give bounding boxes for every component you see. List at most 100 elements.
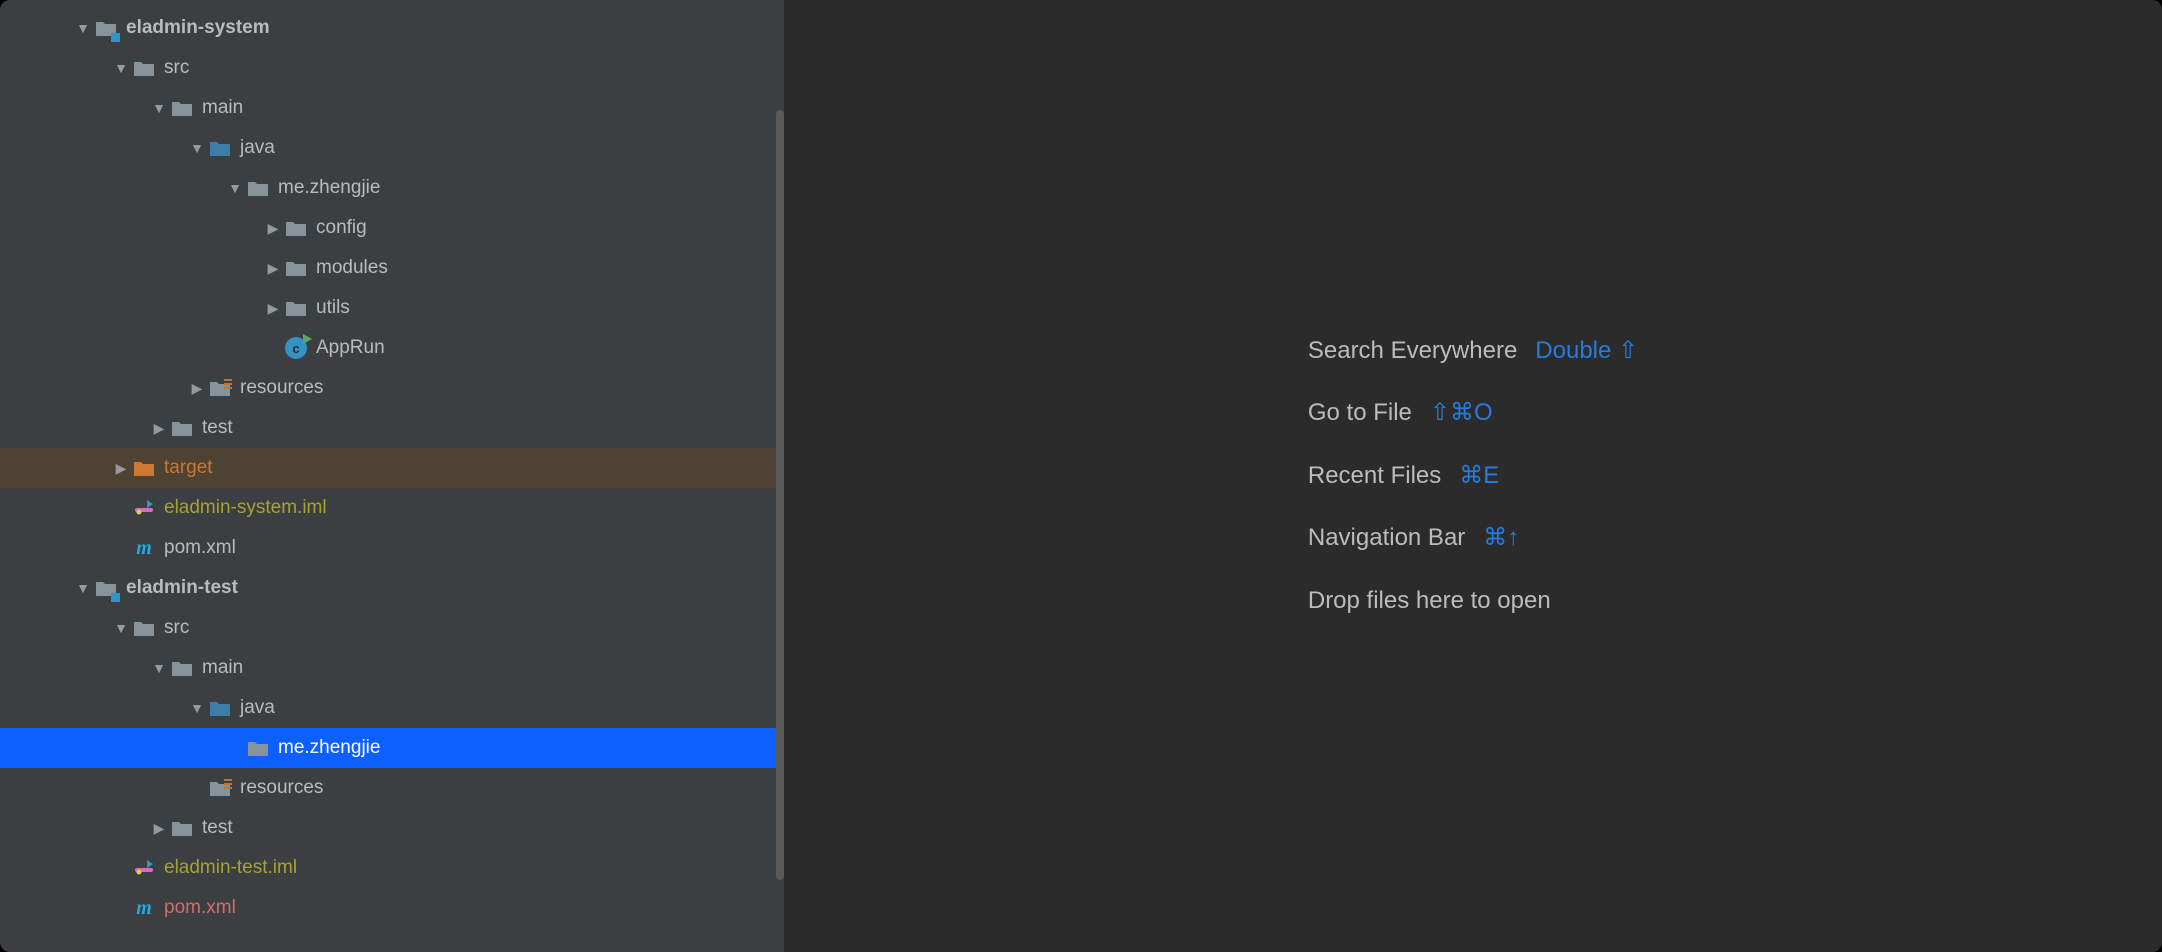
target-folder-icon	[132, 456, 156, 480]
folder-icon	[132, 616, 156, 640]
tree-row[interactable]: ▶ config	[0, 208, 784, 248]
tree-row[interactable]: ▶mpom.xml	[0, 528, 784, 568]
tree-row[interactable]: ▼java	[0, 688, 784, 728]
editor-empty-state[interactable]: Search Everywhere Double ⇧ Go to File ⇧⌘…	[784, 0, 2162, 952]
folder-icon	[170, 816, 194, 840]
hint-drop-files: Drop files here to open	[1308, 570, 1638, 632]
tree-arrow-collapsed-icon[interactable]: ▶	[110, 460, 132, 477]
ide-window: ▼eladmin-system▼src▼main▼java▼me.zhengji…	[0, 0, 2162, 952]
tree-node-label: AppRun	[316, 337, 385, 359]
maven-file-icon: m	[132, 896, 156, 920]
tree-arrow-expanded-icon[interactable]: ▼	[148, 100, 170, 116]
tree-row[interactable]: ▶eladmin-test.iml	[0, 848, 784, 888]
tree-node-label: me.zhengjie	[278, 177, 380, 199]
tree-row[interactable]: ▼ main	[0, 88, 784, 128]
folder-icon	[284, 296, 308, 320]
hint-label: Go to File	[1308, 382, 1412, 444]
module-icon	[94, 16, 118, 40]
tree-node-label: pom.xml	[164, 537, 236, 559]
tree-node-label: test	[202, 817, 233, 839]
module-icon	[94, 576, 118, 600]
tree-node-label: eladmin-test	[126, 577, 238, 599]
tree-node-label: config	[316, 217, 367, 239]
tree-row[interactable]: ▼ me.zhengjie	[0, 168, 784, 208]
hint-label: Search Everywhere	[1308, 320, 1517, 382]
tree-row[interactable]: ▼ java	[0, 128, 784, 168]
tree-arrow-expanded-icon[interactable]: ▼	[72, 20, 94, 36]
tree-row[interactable]: ▼src	[0, 608, 784, 648]
tree-arrow-collapsed-icon[interactable]: ▶	[148, 820, 170, 837]
hint-label: Navigation Bar	[1308, 507, 1465, 569]
sidebar-scrollbar[interactable]	[776, 110, 784, 880]
hint-navigation-bar: Navigation Bar ⌘↑	[1308, 507, 1638, 569]
resources-folder-icon	[208, 776, 232, 800]
tree-arrow-expanded-icon[interactable]: ▼	[110, 60, 132, 76]
tree-row[interactable]: ▶ target	[0, 448, 784, 488]
tree-row[interactable]: ▶resources	[0, 768, 784, 808]
tree-row[interactable]: ▶ utils	[0, 288, 784, 328]
hint-label: Recent Files	[1308, 445, 1441, 507]
tree-node-label: main	[202, 657, 243, 679]
tree-node-label: resources	[240, 777, 323, 799]
tree-node-label: test	[202, 417, 233, 439]
welcome-hints: Search Everywhere Double ⇧ Go to File ⇧⌘…	[1308, 320, 1638, 632]
folder-icon	[246, 736, 270, 760]
tree-node-label: target	[164, 457, 213, 479]
tree-node-label: java	[240, 137, 275, 159]
project-tree-sidebar[interactable]: ▼eladmin-system▼src▼main▼java▼me.zhengji…	[0, 0, 784, 952]
tree-row[interactable]: ▶me.zhengjie	[0, 728, 784, 768]
tree-row[interactable]: ▶ modules	[0, 248, 784, 288]
folder-icon	[284, 216, 308, 240]
tree-row[interactable]: ▶ resources	[0, 368, 784, 408]
tree-row[interactable]: ▼ eladmin-test	[0, 568, 784, 608]
tree-node-label: eladmin-test.iml	[164, 857, 297, 879]
folder-icon	[170, 96, 194, 120]
hint-shortcut: ⇧⌘O	[1430, 382, 1493, 444]
tree-row[interactable]: ▶ test	[0, 408, 784, 448]
folder-icon	[284, 256, 308, 280]
tree-arrow-expanded-icon[interactable]: ▼	[186, 700, 208, 716]
tree-row[interactable]: ▶ test	[0, 808, 784, 848]
tree-row[interactable]: ▼ src	[0, 48, 784, 88]
tree-node-label: utils	[316, 297, 350, 319]
folder-icon	[170, 656, 194, 680]
resources-folder-icon	[208, 376, 232, 400]
tree-row[interactable]: ▼ eladmin-system	[0, 8, 784, 48]
maven-file-icon: m	[132, 536, 156, 560]
tree-arrow-expanded-icon[interactable]: ▼	[148, 660, 170, 676]
folder-icon	[246, 176, 270, 200]
tree-node-label: src	[164, 57, 189, 79]
folder-icon	[132, 56, 156, 80]
runnable-class-icon: c	[284, 336, 308, 360]
source-folder-icon	[208, 696, 232, 720]
tree-row[interactable]: ▶eladmin-system.iml	[0, 488, 784, 528]
tree-arrow-expanded-icon[interactable]: ▼	[110, 620, 132, 636]
hint-search-everywhere: Search Everywhere Double ⇧	[1308, 320, 1638, 382]
tree-node-label: modules	[316, 257, 388, 279]
tree-arrow-expanded-icon[interactable]: ▼	[72, 580, 94, 596]
folder-icon	[170, 416, 194, 440]
hint-recent-files: Recent Files ⌘E	[1308, 445, 1638, 507]
hint-label: Drop files here to open	[1308, 570, 1551, 632]
iml-file-icon	[132, 496, 156, 520]
hint-shortcut: ⌘↑	[1483, 507, 1519, 569]
tree-node-label: eladmin-system.iml	[164, 497, 327, 519]
hint-shortcut: Double ⇧	[1535, 320, 1638, 382]
iml-file-icon	[132, 856, 156, 880]
tree-arrow-expanded-icon[interactable]: ▼	[186, 140, 208, 156]
tree-node-label: me.zhengjie	[278, 737, 380, 759]
source-folder-icon	[208, 136, 232, 160]
tree-node-label: pom.xml	[164, 897, 236, 919]
tree-arrow-expanded-icon[interactable]: ▼	[224, 180, 246, 196]
tree-node-label: main	[202, 97, 243, 119]
tree-arrow-collapsed-icon[interactable]: ▶	[262, 260, 284, 277]
tree-node-label: eladmin-system	[126, 17, 270, 39]
tree-arrow-collapsed-icon[interactable]: ▶	[262, 220, 284, 237]
tree-node-label: resources	[240, 377, 323, 399]
tree-arrow-collapsed-icon[interactable]: ▶	[148, 420, 170, 437]
tree-arrow-collapsed-icon[interactable]: ▶	[262, 300, 284, 317]
tree-row[interactable]: ▶cAppRun	[0, 328, 784, 368]
tree-row[interactable]: ▼ main	[0, 648, 784, 688]
tree-row[interactable]: ▶mpom.xml	[0, 888, 784, 928]
tree-arrow-collapsed-icon[interactable]: ▶	[186, 380, 208, 397]
